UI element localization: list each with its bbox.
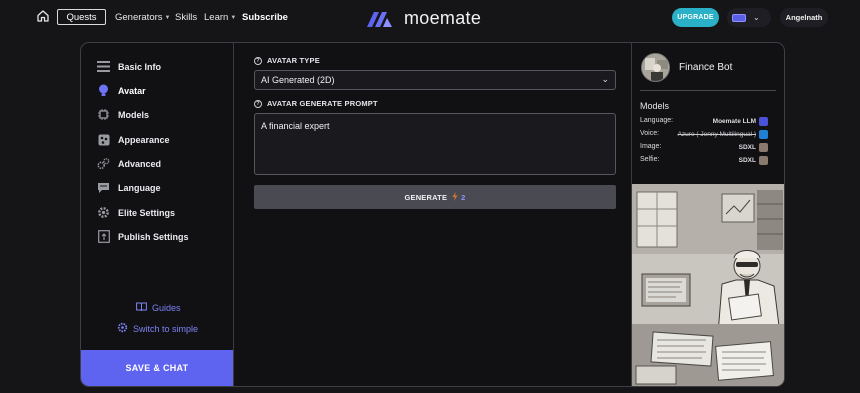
model-row-language: Language: Moemate LLM xyxy=(640,117,768,127)
bot-avatar xyxy=(641,53,670,82)
gear-icon xyxy=(97,206,110,219)
chat-icon xyxy=(97,181,110,194)
logo-text: moemate xyxy=(404,8,482,28)
sidebar-item-label: Basic Info xyxy=(118,61,162,72)
bolt-icon xyxy=(452,191,458,203)
gears-icon xyxy=(97,157,110,170)
save-chat-button[interactable]: SAVE & CHAT xyxy=(81,350,233,386)
home-icon[interactable] xyxy=(36,9,50,23)
bulb-icon xyxy=(97,84,110,97)
sidebar-item-label: Language xyxy=(118,182,161,193)
model-label: Selfie: xyxy=(640,156,660,163)
chevron-down-icon: ⌄ xyxy=(601,74,609,84)
top-navbar: Quests Generators ▼ Skills Learn ▼ Subsc… xyxy=(0,0,860,36)
avatar-type-label: ? AVATAR TYPE xyxy=(254,56,320,65)
voice-model-name: Azure ( Jenny Multilingual ) xyxy=(677,131,756,138)
generate-label: GENERATE xyxy=(404,192,448,202)
info-icon[interactable]: ? xyxy=(254,56,262,65)
chevron-down-icon: ▼ xyxy=(230,14,237,21)
model-row-image: Image: SDXL xyxy=(640,143,768,153)
azure-icon xyxy=(759,130,768,139)
chip-icon xyxy=(97,108,110,121)
guides-link[interactable]: Guides xyxy=(136,302,181,314)
bot-name: Finance Bot xyxy=(679,62,733,73)
sidebar-item-publish-settings[interactable]: Publish Settings xyxy=(97,230,189,243)
quests-button[interactable]: Quests xyxy=(57,9,106,25)
logo-mark-icon xyxy=(367,11,392,27)
sidebar-item-label: Avatar xyxy=(118,85,146,96)
model-label: Image: xyxy=(640,143,662,150)
model-row-selfie: Selfie: SDXL xyxy=(640,156,768,166)
list-icon xyxy=(97,60,110,73)
sidebar-item-language[interactable]: Language xyxy=(97,181,161,194)
learn-label: Learn xyxy=(204,12,229,23)
sidebar-item-label: Elite Settings xyxy=(118,207,176,218)
subscribe-link[interactable]: Subscribe xyxy=(242,12,288,23)
selfie-model-name: SDXL xyxy=(738,157,756,164)
model-value: SDXL xyxy=(739,143,768,152)
switch-to-simple-link[interactable]: Switch to simple xyxy=(117,322,198,335)
info-icon[interactable]: ? xyxy=(254,99,262,108)
theme-selector[interactable]: ⌄ xyxy=(727,8,771,27)
theme-swatch-icon xyxy=(732,13,746,22)
learn-menu[interactable]: Learn ▼ xyxy=(204,12,236,23)
moemate-logo[interactable]: moemate xyxy=(366,8,481,29)
switch-label: Switch to simple xyxy=(133,323,199,334)
palette-icon xyxy=(97,133,110,146)
gear-icon xyxy=(117,322,128,335)
sidebar-item-advanced[interactable]: Advanced xyxy=(97,157,161,170)
prompt-label-text: AVATAR GENERATE PROMPT xyxy=(267,99,378,108)
generators-menu[interactable]: Generators ▼ xyxy=(115,12,170,23)
avatar-preview-image xyxy=(632,184,784,386)
model-value: Azure ( Jenny Multilingual ) xyxy=(678,130,768,139)
sidebar-item-label: Appearance xyxy=(118,134,170,145)
model-row-voice: Voice: Azure ( Jenny Multilingual ) xyxy=(640,130,768,140)
chevron-down-icon: ▼ xyxy=(164,14,171,21)
bot-preview-panel: Finance Bot Models Language: Moemate LLM… xyxy=(631,43,784,386)
generators-label: Generators xyxy=(115,12,163,23)
chevron-down-icon: ⌄ xyxy=(753,13,760,22)
generate-cost-value: 2 xyxy=(461,192,466,202)
settings-sidebar: Basic Info Avatar Models Appearance Adva… xyxy=(81,43,234,386)
publish-icon xyxy=(97,230,110,243)
sidebar-item-label: Publish Settings xyxy=(118,231,189,242)
sidebar-item-label: Advanced xyxy=(118,158,162,169)
avatar-settings-form: ? AVATAR TYPE AI Generated (2D) ⌄ ? AVAT… xyxy=(234,43,631,386)
image-model-name: SDXL xyxy=(738,144,756,151)
upgrade-button[interactable]: UPGRADE xyxy=(672,8,719,27)
sidebar-item-avatar[interactable]: Avatar xyxy=(97,84,146,97)
book-icon xyxy=(136,302,147,314)
model-label: Language: xyxy=(640,117,674,124)
avatar-type-value: AI Generated (2D) xyxy=(261,75,335,85)
guides-label: Guides xyxy=(152,303,181,313)
user-menu[interactable]: Angelnath xyxy=(780,8,828,27)
skills-label: Skills xyxy=(175,12,198,23)
avatar-type-select[interactable]: AI Generated (2D) ⌄ xyxy=(254,70,616,90)
sidebar-item-models[interactable]: Models xyxy=(97,108,149,121)
model-value: Moemate LLM xyxy=(713,117,768,126)
models-title: Models xyxy=(640,101,670,111)
divider xyxy=(640,90,776,91)
prompt-textarea[interactable]: A financial expert xyxy=(254,113,616,175)
prompt-label: ? AVATAR GENERATE PROMPT xyxy=(254,99,378,108)
sdxl-icon xyxy=(759,156,768,165)
subscribe-label: Subscribe xyxy=(242,12,288,23)
model-value: SDXL xyxy=(739,156,768,165)
sidebar-item-elite-settings[interactable]: Elite Settings xyxy=(97,206,175,219)
sidebar-item-label: Models xyxy=(118,109,150,120)
sidebar-item-basic-info[interactable]: Basic Info xyxy=(97,60,161,73)
language-model-name: Moemate LLM xyxy=(712,118,756,125)
sidebar-item-appearance[interactable]: Appearance xyxy=(97,133,170,146)
editor-panel: Basic Info Avatar Models Appearance Adva… xyxy=(80,42,785,387)
generate-button[interactable]: GENERATE 2 xyxy=(254,185,616,209)
generate-cost: 2 xyxy=(452,191,466,203)
moemate-icon xyxy=(759,117,768,126)
avatar-type-label-text: AVATAR TYPE xyxy=(267,56,320,65)
model-label: Voice: xyxy=(640,130,660,137)
sdxl-icon xyxy=(759,143,768,152)
skills-link[interactable]: Skills xyxy=(175,12,197,23)
